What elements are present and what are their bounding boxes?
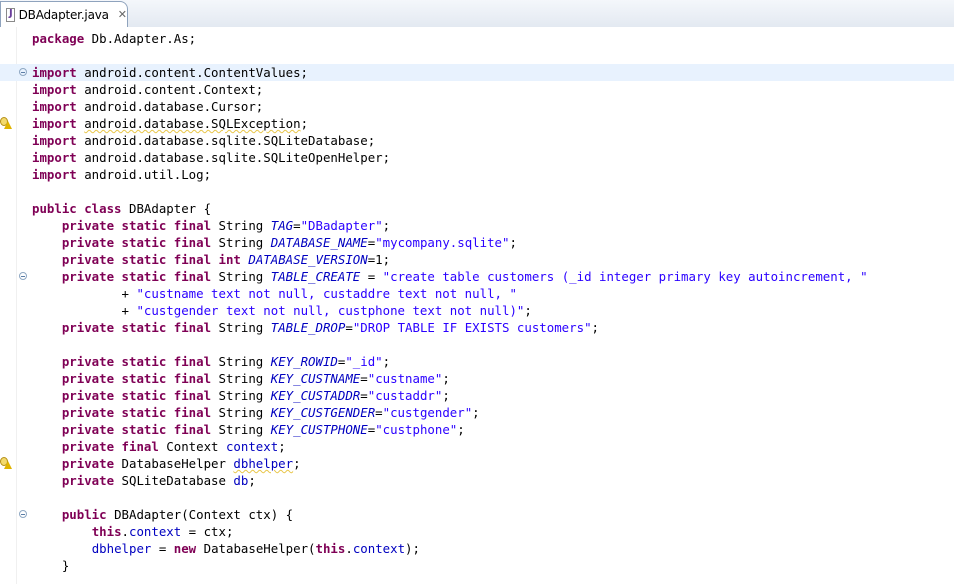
editor-ruler [0,27,17,584]
code-line: private DatabaseHelper dbhelper; [0,455,954,472]
java-file-icon [6,7,15,22]
editor-tab-bar: DBAdapter.java ✕ [0,0,954,28]
code-line: + "custname text not null, custaddre tex… [121,286,517,301]
code-line: import android.util.Log; [32,167,212,182]
code-line: private static final String KEY_CUSTADDR… [61,388,450,403]
code-line: + "custgender text not null, custphone t… [121,303,532,318]
code-line: public class DBAdapter { [32,201,212,216]
code-line: private final Context context; [61,439,286,454]
code-editor[interactable]: package Db.Adapter.As; import android.co… [0,27,954,584]
code-line: private static final int DATABASE_VERSIO… [61,252,391,267]
fold-toggle-icon[interactable] [19,272,27,280]
code-line: private static final String KEY_ROWID="_… [61,354,391,369]
code-line: public DBAdapter(Context ctx) { [19,506,954,523]
code-line: package Db.Adapter.As; [32,31,197,46]
code-line: private static final String KEY_CUSTGEND… [61,405,480,420]
fold-toggle-icon[interactable] [19,68,27,76]
code-area[interactable]: package Db.Adapter.As; import android.co… [0,30,954,574]
code-line: private static final String KEY_CUSTNAME… [61,371,450,386]
code-line: } [61,558,70,573]
fold-toggle-icon[interactable] [19,510,27,518]
code-line: private static final String TAG="DBadapt… [61,218,391,233]
code-line-current: import android.content.ContentValues; [0,64,954,81]
code-line: private static final String TABLE_CREATE… [19,268,954,285]
tab-dbadapter-java[interactable]: DBAdapter.java ✕ [0,1,128,27]
code-line: private static final String TABLE_DROP="… [61,320,599,335]
close-icon[interactable]: ✕ [118,8,127,21]
code-line: private SQLiteDatabase db; [61,473,256,488]
warning-lightbulb-icon[interactable] [0,117,12,130]
warning-lightbulb-icon[interactable] [0,457,12,470]
code-line: private static final String DATABASE_NAM… [61,235,517,250]
code-line: this.context = ctx; [91,524,234,539]
code-line: import android.database.sqlite.SQLiteOpe… [32,150,391,165]
code-line: private static final String KEY_CUSTPHON… [61,422,465,437]
code-line: import android.database.sqlite.SQLiteDat… [32,133,376,148]
code-line: import android.content.Context; [32,82,264,97]
code-line: import android.database.SQLException; [0,115,954,132]
code-line: import android.database.Cursor; [32,99,264,114]
code-line: dbhelper = new DatabaseHelper(this.conte… [91,541,420,556]
tab-label: DBAdapter.java [18,7,109,22]
